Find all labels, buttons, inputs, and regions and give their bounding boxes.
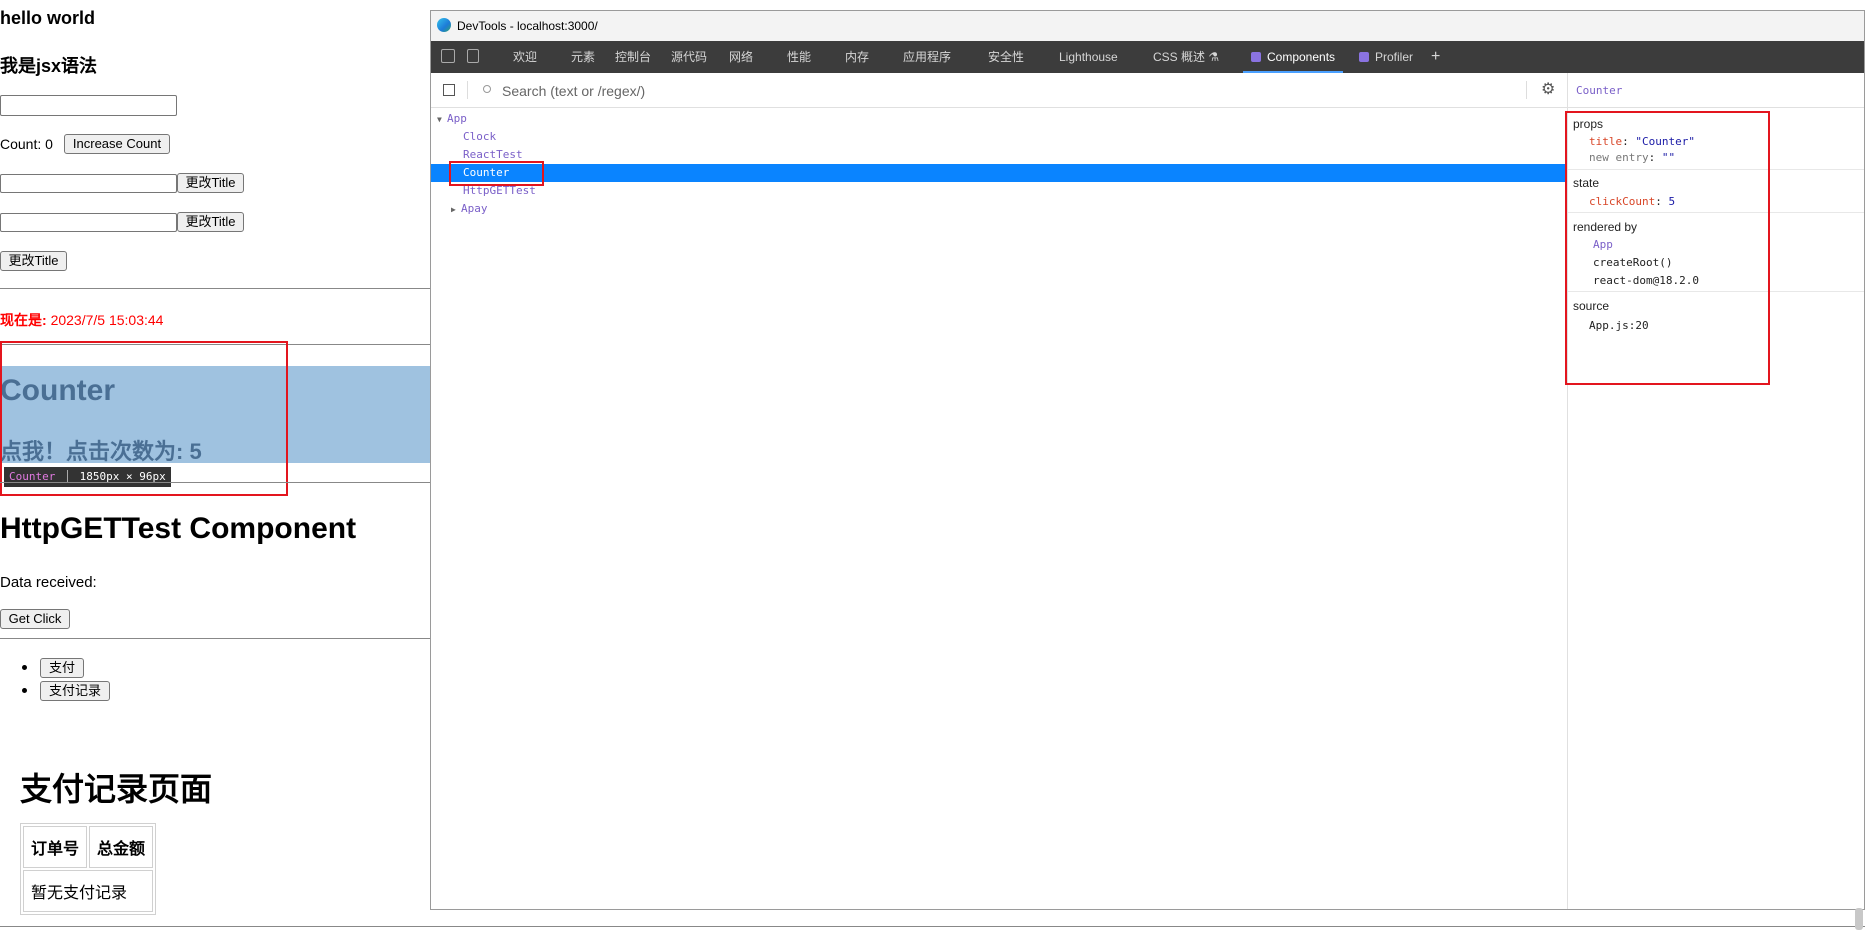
toolbar-separator bbox=[1526, 81, 1527, 99]
page-scrollbar[interactable] bbox=[1855, 908, 1863, 930]
tree-node-label: Apay bbox=[461, 202, 488, 215]
tab-elements[interactable]: 元素 bbox=[571, 41, 595, 73]
tab-memory[interactable]: 内存 bbox=[845, 41, 869, 73]
now-value: 2023/7/5 15:03:44 bbox=[50, 312, 164, 328]
search-icon bbox=[483, 85, 491, 93]
change-title-button-1[interactable]: 更改Title bbox=[177, 173, 244, 193]
divider bbox=[0, 482, 440, 483]
pay-nav-button[interactable]: 支付 bbox=[40, 658, 84, 678]
list-bullet bbox=[22, 688, 27, 693]
devtools-title: DevTools - localhost:3000/ bbox=[457, 19, 598, 33]
tab-console[interactable]: 控制台 bbox=[615, 41, 651, 73]
chevron-right-icon[interactable]: ▶ bbox=[451, 201, 461, 219]
tree-node-apay[interactable]: ▶ Apay bbox=[451, 200, 488, 218]
title-input-1[interactable] bbox=[0, 174, 177, 193]
divider bbox=[0, 638, 440, 639]
table-header: 订单号 bbox=[23, 826, 88, 868]
device-emulation-icon[interactable] bbox=[467, 49, 479, 63]
tab-performance[interactable]: 性能 bbox=[787, 41, 811, 73]
payment-table: 订单号 总金额 暂无支付记录 bbox=[20, 823, 157, 915]
tab-application[interactable]: 应用程序 bbox=[903, 41, 951, 73]
component-inspector: Counter props title: "Counter" new entry… bbox=[1565, 73, 1864, 909]
current-time: 现在是: 2023/7/5 15:03:44 bbox=[0, 310, 163, 330]
inspected-component-name: Counter bbox=[1576, 84, 1623, 97]
payment-heading: 支付记录页面 bbox=[20, 771, 213, 807]
devtools-titlebar[interactable]: DevTools - localhost:3000/ bbox=[431, 11, 1864, 41]
tree-node-clock[interactable]: Clock bbox=[463, 128, 496, 146]
tab-components[interactable]: Components bbox=[1242, 41, 1344, 73]
edge-logo-icon bbox=[437, 18, 451, 32]
inspector-header: Counter bbox=[1568, 73, 1864, 108]
change-title-button-3[interactable]: 更改Title bbox=[0, 251, 67, 271]
increase-count-button[interactable]: Increase Count bbox=[64, 134, 170, 154]
hello-heading: hello world bbox=[0, 8, 96, 28]
tab-profiler-label: Profiler bbox=[1375, 50, 1414, 64]
divider bbox=[0, 926, 1865, 927]
add-tab-button[interactable]: + bbox=[1431, 41, 1440, 73]
list-bullet bbox=[22, 665, 27, 670]
gear-icon[interactable]: ⚙ bbox=[1541, 82, 1555, 98]
highlight-red-box bbox=[0, 341, 288, 496]
text-input-1[interactable] bbox=[0, 95, 177, 116]
tab-welcome[interactable]: 欢迎 bbox=[513, 41, 537, 73]
table-row: 暂无支付记录 bbox=[23, 870, 154, 912]
react-icon bbox=[1251, 52, 1261, 62]
inspect-element-icon[interactable] bbox=[441, 49, 455, 63]
search-input[interactable] bbox=[500, 81, 1504, 101]
get-click-button[interactable]: Get Click bbox=[0, 609, 70, 629]
title-input-2[interactable] bbox=[0, 213, 177, 232]
count-label: Count: 0 bbox=[0, 136, 53, 152]
table-header: 总金额 bbox=[89, 826, 154, 868]
divider bbox=[0, 288, 440, 289]
jsx-heading: 我是jsx语法 bbox=[0, 56, 98, 76]
tree-node-label: App bbox=[447, 112, 467, 125]
tree-node-app[interactable]: ▼ App bbox=[437, 110, 467, 128]
devtools-window: DevTools - localhost:3000/ 欢迎 元素 控制台 源代码… bbox=[430, 10, 1865, 910]
toolbar-separator bbox=[467, 81, 468, 99]
http-heading: HttpGETTest Component bbox=[0, 512, 357, 545]
react-icon bbox=[1359, 52, 1369, 62]
selected-node-red-box bbox=[449, 161, 544, 186]
devtools-tabbar: 欢迎 元素 控制台 源代码 网络 性能 内存 应用程序 安全性 Lighthou… bbox=[431, 41, 1864, 73]
tab-network[interactable]: 网络 bbox=[729, 41, 753, 73]
tab-lighthouse[interactable]: Lighthouse bbox=[1059, 41, 1118, 73]
table-empty-cell: 暂无支付记录 bbox=[23, 870, 154, 912]
pay-records-nav-button[interactable]: 支付记录 bbox=[40, 681, 110, 701]
tab-security[interactable]: 安全性 bbox=[988, 41, 1024, 73]
select-element-icon[interactable] bbox=[443, 84, 455, 96]
data-received-label: Data received: bbox=[0, 574, 97, 591]
tab-css-overview[interactable]: CSS 概述 ⚗ bbox=[1153, 41, 1219, 73]
tab-components-label: Components bbox=[1267, 50, 1336, 64]
tab-profiler[interactable]: Profiler bbox=[1359, 41, 1413, 73]
now-label: 现在是: bbox=[0, 312, 47, 328]
chevron-down-icon[interactable]: ▼ bbox=[437, 111, 447, 129]
change-title-button-2[interactable]: 更改Title bbox=[177, 212, 244, 232]
component-search-bar: ⚙ bbox=[431, 73, 1567, 108]
tree-node-counter-selected[interactable]: Counter bbox=[431, 164, 1567, 182]
tab-sources[interactable]: 源代码 bbox=[671, 41, 707, 73]
inspector-red-box bbox=[1565, 111, 1770, 385]
table-header-row: 订单号 总金额 bbox=[23, 826, 154, 868]
